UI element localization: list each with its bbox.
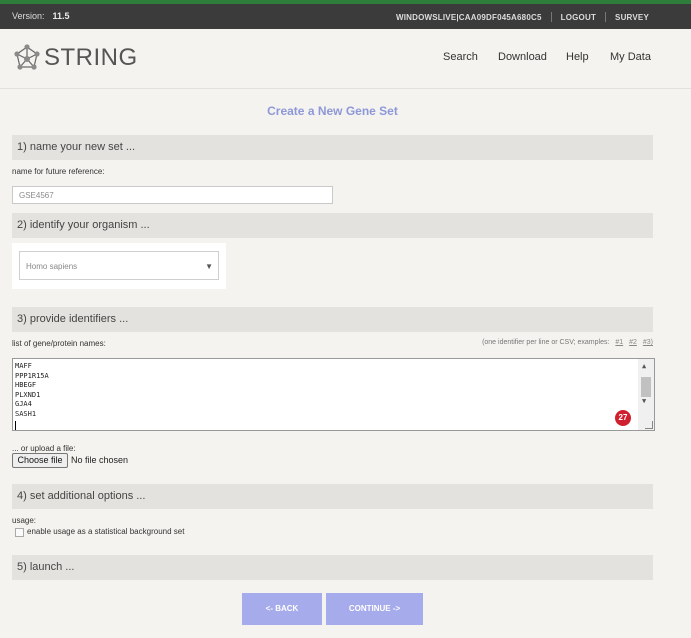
logout-link[interactable]: LOGOUT bbox=[561, 13, 596, 22]
organism-panel: Homo sapiens ▼ bbox=[12, 243, 226, 289]
scroll-down-icon[interactable]: ▼ bbox=[642, 397, 646, 405]
resize-handle-icon[interactable] bbox=[645, 421, 653, 429]
set-name-input[interactable]: GSE4567 bbox=[12, 186, 333, 204]
upload-label: ... or upload a file: bbox=[12, 444, 76, 453]
identifier-line: MAFF bbox=[15, 362, 32, 370]
separator bbox=[550, 12, 552, 22]
identifier-line: SASH1 bbox=[15, 409, 37, 418]
nav-my-data[interactable]: My Data bbox=[610, 51, 651, 63]
background-set-checkbox[interactable] bbox=[15, 528, 24, 537]
identifier-line: GJA4 bbox=[15, 400, 32, 408]
version-value: 11.5 bbox=[52, 11, 70, 21]
dropdown-arrow-icon: ▼ bbox=[205, 262, 213, 271]
section-heading-launch: 5) launch ... bbox=[12, 555, 653, 580]
example-link-2[interactable]: #2 bbox=[629, 339, 637, 346]
example-link-1[interactable]: #1 bbox=[615, 339, 623, 346]
identifier-line: HBEGF bbox=[15, 381, 37, 389]
name-field-label: name for future reference: bbox=[12, 167, 105, 176]
organism-selected-value: Homo sapiens bbox=[26, 262, 78, 271]
textarea-scrollbar[interactable]: ▲ ▼ bbox=[638, 359, 654, 430]
site-header: STRING Search Download Help My Data bbox=[0, 29, 691, 89]
identifier-hint: (one identifier per line or CSV; example… bbox=[482, 339, 653, 346]
section-heading-identifiers: 3) provide identifiers ... bbox=[12, 307, 653, 332]
hint-text: (one identifier per line or CSV; example… bbox=[482, 339, 610, 346]
nav-search[interactable]: Search bbox=[443, 51, 478, 63]
section-heading-options: 4) set additional options ... bbox=[12, 484, 653, 509]
identifier-line: PPP1R15A bbox=[15, 371, 49, 380]
page-title: Create a New Gene Set bbox=[267, 104, 398, 118]
version-info: Version: 11.5 bbox=[12, 11, 70, 21]
usage-label: usage: bbox=[12, 516, 37, 525]
account-link[interactable]: WINDOWSLIVE|CAA09DF045A680C5 bbox=[396, 13, 542, 22]
identifier-list-label: list of gene/protein names: bbox=[12, 339, 106, 348]
choose-file-button[interactable]: Choose file bbox=[12, 453, 68, 468]
network-logo-icon bbox=[14, 44, 40, 70]
example-link-3[interactable]: #3) bbox=[643, 339, 653, 346]
nav-help[interactable]: Help bbox=[566, 51, 589, 63]
string-logo[interactable]: STRING bbox=[12, 43, 138, 73]
separator bbox=[605, 12, 607, 22]
scrollbar-thumb[interactable] bbox=[641, 377, 651, 397]
section-heading-name: 1) name your new set ... bbox=[12, 135, 653, 160]
survey-link[interactable]: SURVEY bbox=[615, 13, 649, 22]
section-heading-organism: 2) identify your organism ... bbox=[12, 213, 653, 238]
identifier-line: PLXND1 bbox=[15, 390, 41, 399]
logo-text: STRING bbox=[44, 44, 138, 71]
top-bar: Version: 11.5 WINDOWSLIVE|CAA09DF045A680C… bbox=[0, 4, 691, 29]
back-button[interactable]: <- BACK bbox=[242, 593, 322, 625]
count-badge: 27 bbox=[615, 410, 631, 426]
scroll-up-icon[interactable]: ▲ bbox=[642, 362, 646, 370]
organism-select[interactable]: Homo sapiens ▼ bbox=[19, 251, 219, 280]
version-label: Version: bbox=[12, 11, 45, 21]
continue-button[interactable]: CONTINUE -> bbox=[326, 593, 423, 625]
nav-download[interactable]: Download bbox=[498, 51, 547, 63]
account-links: WINDOWSLIVE|CAA09DF045A680C5 LOGOUT SURV… bbox=[396, 12, 649, 22]
text-cursor bbox=[15, 421, 16, 430]
no-file-text: No file chosen bbox=[71, 455, 129, 465]
background-set-label[interactable]: enable usage as a statistical background… bbox=[27, 527, 184, 536]
identifier-lines: MAFF PPP1R15A HBEGF PLXND1 GJA4 SASH1 bbox=[15, 362, 49, 419]
identifier-textarea[interactable]: MAFF PPP1R15A HBEGF PLXND1 GJA4 SASH1 27… bbox=[12, 358, 655, 431]
